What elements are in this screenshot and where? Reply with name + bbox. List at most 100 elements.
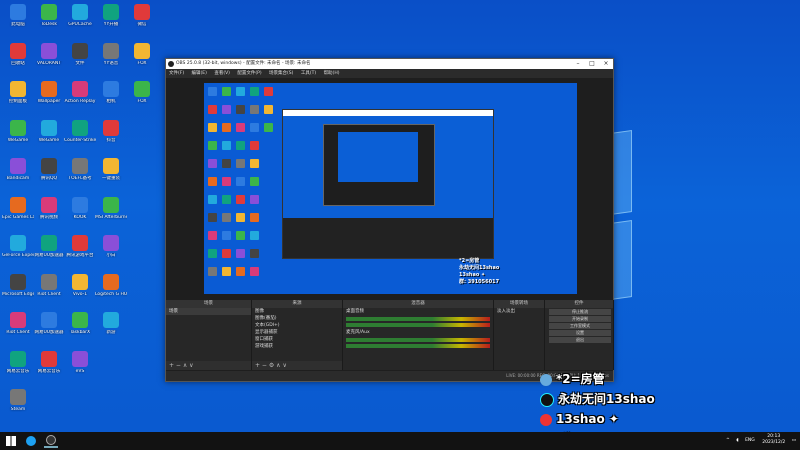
- close-button[interactable]: ×: [599, 59, 613, 69]
- app-icon: [41, 273, 57, 290]
- desktop-icon[interactable]: Action Replay: [64, 77, 96, 121]
- source-item[interactable]: 图像(番茄): [252, 315, 342, 322]
- desktop-icon[interactable]: Riot Client: [2, 308, 34, 352]
- desktop-icon-label: KOOK: [73, 214, 87, 220]
- desktop-icon[interactable]: VALORANT: [33, 39, 65, 83]
- desktop-icon[interactable]: FOX: [126, 77, 158, 121]
- desktop-icon[interactable]: Epic Games Launcher: [2, 193, 34, 237]
- desktop-icon[interactable]: WeGame: [2, 116, 34, 160]
- desktop-icon[interactable]: GeForce Experience: [2, 231, 34, 275]
- desktop-icon[interactable]: MSI Afterburner: [95, 193, 127, 237]
- app-icon: [10, 312, 26, 328]
- maximize-button[interactable]: □: [585, 59, 599, 69]
- app-icon: [103, 312, 119, 328]
- desktop-icon[interactable]: Logitech G HUB: [95, 270, 127, 314]
- start-button[interactable]: [6, 434, 18, 448]
- source-item[interactable]: 文本(GDI+): [252, 322, 342, 329]
- desktop-icon[interactable]: 控制面板: [2, 77, 34, 121]
- desktop-icon[interactable]: 一键重装: [95, 154, 127, 198]
- transitions-dock-title: 场景转场: [494, 300, 544, 308]
- desktop-icon[interactable]: 网易云音乐: [33, 347, 65, 391]
- preview-icon: [236, 249, 245, 258]
- stop-streaming-button[interactable]: 停止推流: [549, 309, 611, 315]
- desktop-icon[interactable]: 腾讯QQ: [33, 154, 65, 198]
- preview-icon: [264, 105, 273, 114]
- obs-window[interactable]: OBS 25.0.8 (32-bit, windows) - 配置文件: 未命名…: [165, 58, 614, 382]
- input-language[interactable]: ENG: [745, 438, 755, 443]
- desktop-icon[interactable]: WeGame: [33, 116, 65, 160]
- taskbar-edge[interactable]: [24, 434, 38, 448]
- desktop-icon[interactable]: 腾讯视频: [33, 193, 65, 237]
- desktop-icon-label: VALORANT: [37, 60, 61, 66]
- desktop-icon[interactable]: Microsoft Edge: [2, 270, 34, 314]
- preview-icon: [222, 123, 231, 132]
- desktop-icon[interactable]: TaskbarX: [64, 308, 96, 352]
- speaker-icon[interactable]: ◖: [736, 438, 738, 443]
- desktop-icon[interactable]: 回收站: [2, 39, 34, 83]
- clock[interactable]: 20:13 2023/12/2: [762, 434, 785, 446]
- obs-titlebar[interactable]: OBS 25.0.8 (32-bit, windows) - 配置文件: 未命名…: [166, 59, 613, 69]
- desktop-icon-label: Vivo-1: [72, 291, 88, 297]
- obs-preview[interactable]: *2=房管 永劫无间13shao 13shao ✦ 群: 391056017: [204, 83, 577, 294]
- scenes-dock: 场景 场景 + − ∧ ∨: [166, 300, 252, 370]
- transition-select[interactable]: 淡入淡出: [494, 308, 544, 315]
- nested-preview: [282, 109, 494, 259]
- desktop-icon-label: TOEFL备考: [68, 176, 92, 181]
- notification-icon[interactable]: ▭: [792, 438, 796, 443]
- desktop-icon[interactable]: FOX: [126, 39, 158, 83]
- desktop-icon[interactable]: 文件: [64, 39, 96, 83]
- preview-icon: [208, 195, 217, 204]
- desktop-icon[interactable]: GPUCache: [64, 0, 96, 44]
- desktop-icon[interactable]: Riot Client: [33, 270, 65, 314]
- desktop-icon[interactable]: Steam: [2, 385, 34, 429]
- menu-file[interactable]: 文件(F): [169, 71, 184, 76]
- scenes-dock-toolbar[interactable]: + − ∧ ∨: [166, 361, 251, 370]
- desktop-icon[interactable]: YY语音: [95, 39, 127, 83]
- desktop-icon[interactable]: 此电脑: [2, 0, 34, 44]
- desktop-icon[interactable]: 抖音: [95, 116, 127, 160]
- minimize-button[interactable]: –: [571, 59, 585, 69]
- desktop-icon[interactable]: TOEFL备考: [64, 154, 96, 198]
- app-icon: [103, 81, 119, 97]
- desktop-icon-label: ToDesk: [41, 22, 57, 27]
- source-item[interactable]: 显示器捕获: [252, 329, 342, 336]
- app-icon: [10, 235, 26, 251]
- source-item[interactable]: 游戏捕获: [252, 343, 342, 350]
- desktop-icon[interactable]: 腾讯游戏平台: [64, 231, 96, 275]
- desktop-icon[interactable]: 网易云音乐: [2, 347, 34, 391]
- controls-dock-title: 控件: [545, 300, 613, 308]
- desktop-icon[interactable]: Wallpaper: [33, 77, 65, 121]
- menu-scene-collection[interactable]: 场景集合(S): [269, 71, 293, 76]
- preview-icon: [208, 159, 217, 168]
- desktop-icon[interactable]: eVS: [64, 347, 96, 391]
- taskbar-obs[interactable]: [44, 434, 58, 448]
- menu-help[interactable]: 帮助(H): [324, 71, 340, 76]
- desktop-icon[interactable]: YY开播: [95, 0, 127, 44]
- desktop-icon[interactable]: 新游: [95, 308, 127, 352]
- desktop-icon[interactable]: 微信: [126, 0, 158, 44]
- desktop-icon[interactable]: 小白: [95, 231, 127, 275]
- menu-view[interactable]: 查看(V): [214, 71, 230, 76]
- settings-button[interactable]: 设置: [549, 330, 611, 336]
- desktop-icon[interactable]: ToDesk: [33, 0, 65, 44]
- desktop-icon[interactable]: 网易UU加速器: [33, 231, 65, 275]
- source-item[interactable]: 图像: [252, 308, 342, 315]
- preview-icon: [208, 123, 217, 132]
- scene-item[interactable]: 场景: [166, 308, 251, 315]
- desktop-icon[interactable]: 相机: [95, 77, 127, 121]
- desktop-icon[interactable]: Vivo-1: [64, 270, 96, 314]
- exit-button[interactable]: 退出: [549, 337, 611, 343]
- source-item[interactable]: 窗口捕获: [252, 336, 342, 343]
- menu-edit[interactable]: 编辑(E): [192, 71, 207, 76]
- start-recording-button[interactable]: 开始录制: [549, 316, 611, 322]
- menu-profile[interactable]: 配置文件(P): [237, 71, 261, 76]
- desktop-icon[interactable]: KOOK: [64, 193, 96, 237]
- desktop-icon[interactable]: 网易UU加速器: [33, 308, 65, 352]
- studio-mode-button[interactable]: 工作室模式: [549, 323, 611, 329]
- desktop-icon[interactable]: Counter-Strike Global Off...: [64, 116, 96, 160]
- desktop-icon-label: 新游: [106, 330, 116, 335]
- sources-dock-toolbar[interactable]: + − ⚙ ∧ ∨: [252, 361, 342, 370]
- desktop-icon[interactable]: Bandicam: [2, 154, 34, 198]
- tray-chevron-icon[interactable]: ^: [726, 438, 730, 443]
- menu-tools[interactable]: 工具(T): [301, 71, 316, 76]
